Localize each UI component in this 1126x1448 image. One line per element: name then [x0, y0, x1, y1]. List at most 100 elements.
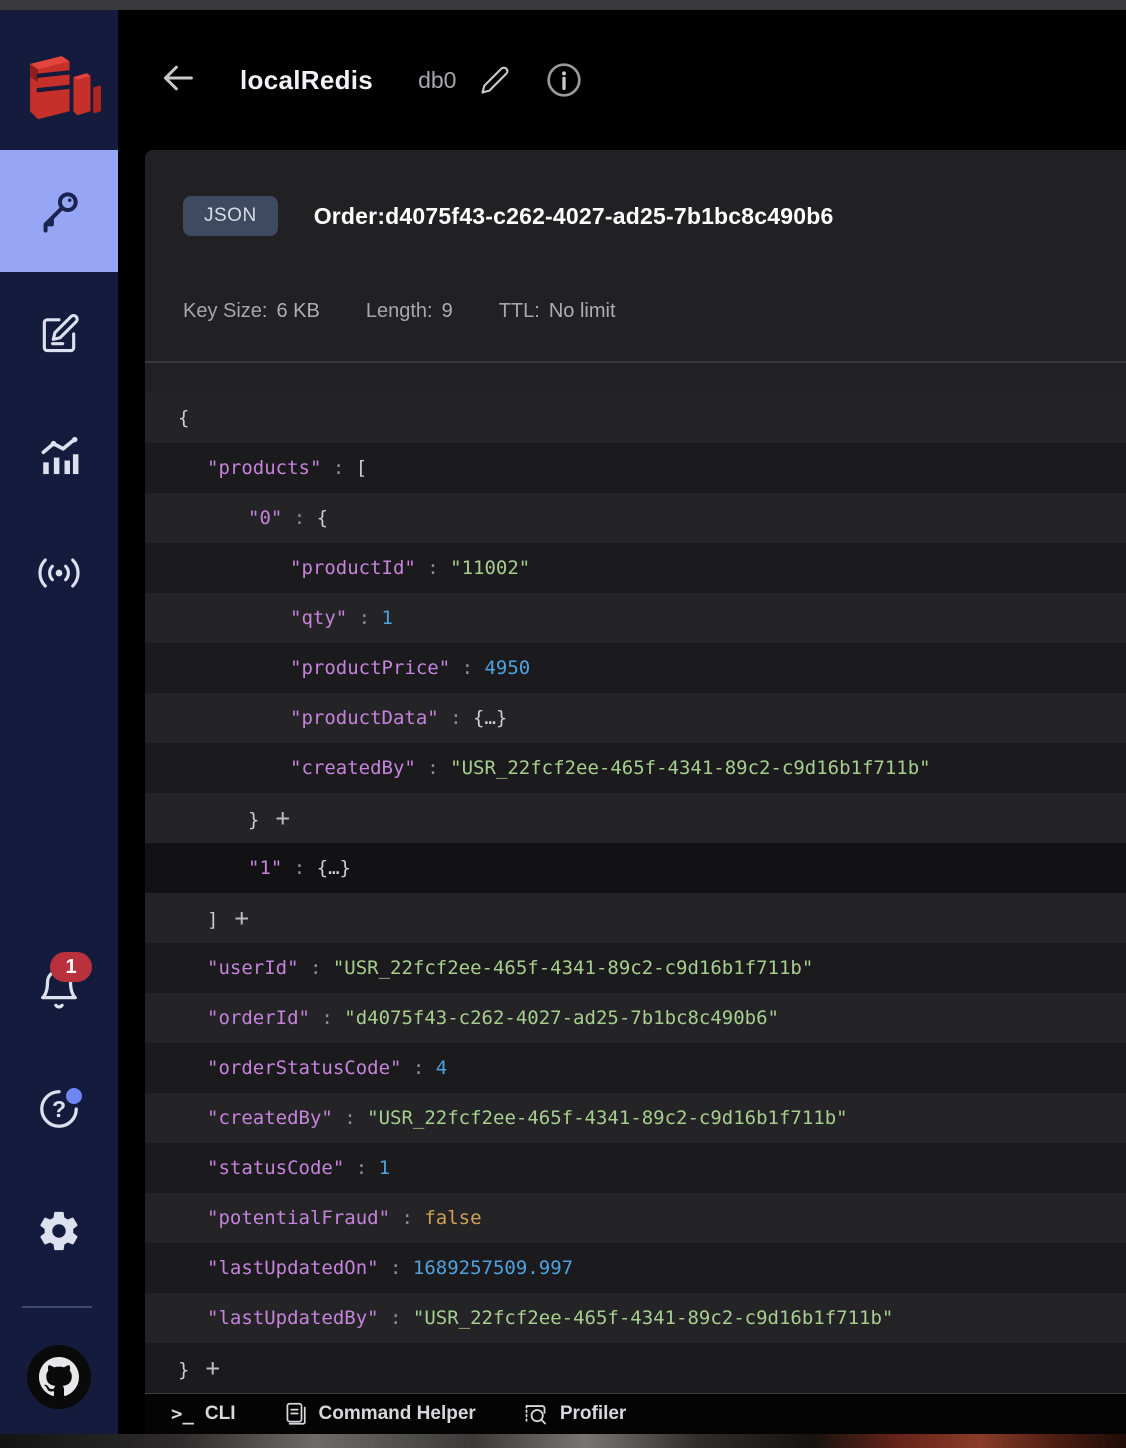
sidebar-item-github[interactable]	[0, 1345, 118, 1409]
back-arrow-icon	[164, 65, 193, 90]
json-row[interactable]: "orderStatusCode" : 4	[145, 1043, 1126, 1093]
json-row[interactable]: "statusCode" : 1	[145, 1143, 1126, 1193]
sidebar-item-analytics[interactable]	[0, 424, 118, 486]
terminal-prompt-icon: >_	[171, 1403, 194, 1425]
json-key: "qty"	[290, 607, 348, 629]
json-row[interactable]: "0" : {	[145, 493, 1126, 543]
sidebar-item-notifications[interactable]: 1	[0, 952, 118, 1020]
json-colon: :	[390, 1207, 425, 1229]
json-row[interactable]: } +	[145, 1343, 1126, 1393]
json-value-number: 1	[381, 607, 393, 629]
json-row[interactable]: ] +	[145, 893, 1126, 943]
json-colon: :	[415, 757, 451, 779]
cli-label: CLI	[204, 1403, 236, 1424]
json-value-collapsed[interactable]: {…}	[317, 857, 351, 879]
key-size-label: Key Size:	[183, 300, 268, 322]
json-tree: {"products" : ["0" : {"productId" : "110…	[145, 393, 1126, 1393]
json-row[interactable]: } +	[145, 793, 1126, 843]
json-key: "createdBy"	[290, 757, 416, 779]
command-helper-label: Command Helper	[318, 1403, 476, 1424]
json-value-number: 1	[378, 1157, 391, 1179]
json-row[interactable]: "qty" : 1	[145, 593, 1126, 643]
db-index-label: db0	[418, 66, 457, 93]
json-row[interactable]: "1" : {…}	[145, 843, 1126, 893]
json-colon: :	[450, 657, 485, 679]
json-row[interactable]: "productPrice" : 4950	[145, 643, 1126, 693]
json-colon: :	[347, 607, 382, 629]
json-value-number: 1689257509.997	[412, 1257, 574, 1279]
json-colon: :	[378, 1307, 413, 1329]
edit-db-alias-button[interactable]	[480, 65, 510, 95]
sidebar-item-workbench[interactable]	[0, 302, 118, 364]
redis-logo-icon	[30, 56, 101, 120]
json-row[interactable]: "products" : [	[145, 443, 1126, 493]
json-key: "orderId"	[207, 1007, 310, 1029]
json-row[interactable]: {	[145, 393, 1126, 443]
gear-icon	[40, 1211, 78, 1251]
key-size: Key Size: 6 KB	[183, 300, 320, 323]
key-name[interactable]: Order:d4075f43-c262-4027-ad25-7b1bc8c490…	[314, 203, 834, 230]
json-colon: :	[309, 1007, 345, 1029]
notification-count-badge: 1	[50, 952, 92, 982]
command-helper-button[interactable]: Command Helper	[282, 1401, 476, 1427]
sidebar-item-browser[interactable]	[0, 150, 118, 272]
json-value-collapsed[interactable]: {…}	[473, 707, 507, 729]
json-value-boolean: false	[424, 1207, 482, 1229]
json-colon: :	[344, 1157, 379, 1179]
json-key: "statusCode"	[207, 1157, 345, 1179]
back-button[interactable]	[158, 58, 198, 103]
json-row[interactable]: "potentialFraud" : false	[145, 1193, 1126, 1243]
svg-text:?: ?	[52, 1096, 66, 1122]
desktop-wallpaper-strip	[0, 1434, 1126, 1448]
json-colon: :	[321, 457, 356, 479]
bottom-bar: >_ CLI Command Helper Profiler	[145, 1393, 1126, 1434]
json-key: "productPrice"	[290, 657, 451, 679]
key-ttl: TTL: No limit	[499, 300, 616, 323]
json-key: "products"	[207, 457, 322, 479]
json-value-string: "USR_22fcf2ee-465f-4341-89c2-c9d16b1f711…	[450, 757, 931, 779]
ttl-value[interactable]: No limit	[549, 300, 616, 323]
length-label: Length:	[365, 300, 433, 322]
ttl-label: TTL:	[498, 300, 540, 322]
json-row[interactable]: "userId" : "USR_22fcf2ee-465f-4341-89c2-…	[145, 943, 1126, 993]
json-value-bracket: }	[178, 1359, 190, 1381]
json-value-bracket: [	[355, 457, 368, 479]
json-colon: :	[415, 557, 451, 579]
json-key: "productData"	[290, 707, 439, 729]
json-row[interactable]: "createdBy" : "USR_22fcf2ee-465f-4341-89…	[145, 743, 1126, 793]
profiler-label: Profiler	[559, 1403, 627, 1424]
json-colon: :	[332, 1107, 368, 1129]
json-row[interactable]: "lastUpdatedOn" : 1689257509.997	[145, 1243, 1126, 1293]
key-size-value: 6 KB	[276, 300, 320, 322]
expand-button[interactable]: +	[205, 1354, 219, 1382]
json-row[interactable]: "productId" : "11002"	[145, 543, 1126, 593]
profiler-button[interactable]: Profiler	[522, 1401, 627, 1428]
json-value-number: 4	[435, 1057, 448, 1079]
json-colon: :	[282, 507, 317, 529]
profiler-search-icon	[522, 1401, 549, 1428]
json-key: "productId"	[290, 557, 416, 579]
json-key: "userId"	[207, 957, 299, 979]
json-row[interactable]: "createdBy" : "USR_22fcf2ee-465f-4341-89…	[145, 1093, 1126, 1143]
json-value-bracket: {	[178, 407, 190, 429]
json-colon: :	[438, 707, 474, 729]
json-colon: :	[298, 957, 333, 979]
json-row[interactable]: "productData" : {…}	[145, 693, 1126, 743]
connection-info-button[interactable]	[544, 60, 584, 100]
header: localRedis db0	[118, 10, 1126, 150]
sidebar-item-pubsub[interactable]	[0, 542, 118, 604]
json-key: "createdBy"	[207, 1107, 333, 1129]
cli-button[interactable]: >_ CLI	[171, 1403, 236, 1425]
expand-button[interactable]: +	[234, 904, 248, 932]
expand-button[interactable]: +	[275, 804, 289, 832]
json-value-string: "d4075f43-c262-4027-ad25-7b1bc8c490b6"	[344, 1007, 779, 1029]
sidebar-item-help[interactable]: ?	[0, 1078, 118, 1140]
pubsub-broadcast-icon	[38, 558, 80, 588]
sidebar-item-settings[interactable]	[0, 1200, 118, 1262]
redis-logo	[0, 38, 118, 132]
json-row[interactable]: "orderId" : "d4075f43-c262-4027-ad25-7b1…	[145, 993, 1126, 1043]
json-row[interactable]: "lastUpdatedBy" : "USR_22fcf2ee-465f-434…	[145, 1293, 1126, 1343]
sidebar: 1 ?	[0, 10, 118, 1434]
json-value-string: "USR_22fcf2ee-465f-4341-89c2-c9d16b1f711…	[332, 957, 814, 979]
connection-name: localRedis	[240, 64, 374, 95]
